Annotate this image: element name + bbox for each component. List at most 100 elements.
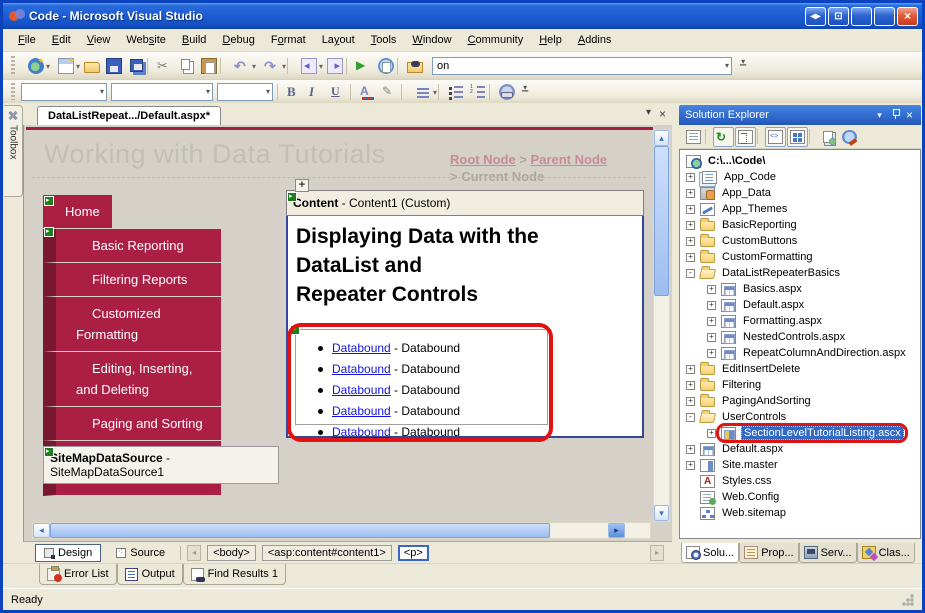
explorer-toolbar-button[interactable]	[705, 127, 712, 147]
toolbar-button[interactable]	[445, 82, 467, 102]
tag-path-button[interactable]: <body>	[207, 545, 256, 561]
bottom-panel-tab[interactable]: Error List	[39, 564, 117, 585]
tree-item[interactable]: + Formatting.aspx	[680, 313, 920, 329]
tree-expander-icon[interactable]: +	[686, 365, 695, 374]
horizontal-scrollbar[interactable]: ◂ ▸	[32, 522, 651, 539]
active-files-dropdown-icon[interactable]: ▾	[646, 107, 651, 121]
window-button[interactable]: ×	[897, 7, 918, 26]
toolbar-button[interactable]	[401, 82, 408, 102]
toolbar-overflow-button[interactable]: ▾▔	[522, 84, 528, 100]
menu-item[interactable]: Build	[175, 31, 213, 49]
tree-expander-icon[interactable]: -	[686, 269, 695, 278]
sitemapdatasource-control[interactable]: SiteMapDataSource - SiteMapDataSource1	[43, 446, 279, 484]
toolbar-button[interactable]	[287, 56, 294, 76]
tree-item-label[interactable]: CustomFormatting	[720, 251, 814, 263]
tree-item-label[interactable]: Filtering	[720, 379, 763, 391]
tree-item-label[interactable]: Web.Config	[720, 491, 781, 503]
tree-expander-icon[interactable]: +	[707, 349, 716, 358]
bottom-panel-tab[interactable]: Find Results 1	[183, 564, 286, 585]
tree-item[interactable]: + Default.aspx	[680, 441, 920, 457]
menu-item[interactable]: Help	[532, 31, 569, 49]
tree-item[interactable]: + PagingAndSorting	[680, 393, 920, 409]
tool-window-tab[interactable]: Clas...	[857, 543, 915, 563]
toolbar-button[interactable]	[284, 82, 306, 102]
tree-item-label[interactable]: Web.sitemap	[720, 507, 788, 519]
databound-link[interactable]: Databound	[332, 383, 391, 397]
window-button[interactable]: ◂▸	[805, 7, 826, 26]
tree-expander-icon[interactable]: +	[686, 173, 695, 182]
toolbar-grip[interactable]	[11, 56, 15, 75]
tree-item-label[interactable]: App_Code	[722, 171, 778, 183]
window-button[interactable]	[851, 7, 872, 26]
menu-item[interactable]: File	[11, 31, 43, 49]
tree-item-label[interactable]: Styles.css	[720, 475, 774, 487]
databound-list-box[interactable]: Databound - Databound Databound - Databo…	[295, 329, 548, 425]
view-tab[interactable]: Design	[35, 544, 101, 562]
databound-link[interactable]: Databound	[332, 341, 391, 355]
toolbar-button[interactable]	[353, 56, 375, 76]
toolbar-button[interactable]	[438, 82, 445, 102]
pin-icon[interactable]	[887, 108, 902, 122]
menu-item[interactable]: Community	[461, 31, 531, 49]
explorer-toolbar-button[interactable]	[757, 127, 764, 147]
solution-explorer-header[interactable]: Solution Explorer ▾ ×	[679, 105, 921, 125]
tree-item-label[interactable]: Formatting.aspx	[741, 315, 824, 327]
window-button[interactable]	[874, 7, 895, 26]
tree-item[interactable]: + EditInsertDelete	[680, 361, 920, 377]
toolbar-button[interactable]	[350, 82, 357, 102]
databound-link[interactable]: Databound	[332, 362, 391, 376]
tree-expander-icon[interactable]: -	[686, 413, 695, 422]
tree-expander-icon[interactable]: +	[686, 461, 695, 470]
tree-item[interactable]: + App_Data	[680, 185, 920, 201]
menu-item[interactable]: Website	[119, 31, 173, 49]
tree-item[interactable]: Web.Config	[680, 489, 920, 505]
tree-item[interactable]: Styles.css	[680, 473, 920, 489]
tree-expander-icon[interactable]: +	[707, 333, 716, 342]
nav-menu-item[interactable]: Basic Reporting	[43, 229, 221, 263]
toolbar-button[interactable]	[257, 56, 287, 76]
toolbar-button[interactable]	[103, 56, 125, 76]
toolbar-button[interactable]	[496, 82, 518, 102]
content-control-header[interactable]: Content - Content1 (Custom)	[286, 190, 644, 216]
tree-item-label[interactable]: Basics.aspx	[741, 283, 804, 295]
nav-menu-item[interactable]: Editing, Inserting, and Deleting	[43, 352, 221, 407]
menu-item[interactable]: Debug	[215, 31, 261, 49]
toolbar-button[interactable]	[220, 56, 227, 76]
menu-item[interactable]: Window	[405, 31, 458, 49]
toolbar-button[interactable]	[51, 56, 81, 76]
menu-item[interactable]: Addins	[571, 31, 619, 49]
explorer-toolbar-button[interactable]	[765, 127, 786, 147]
explorer-toolbar-button[interactable]	[809, 127, 816, 147]
menu-item[interactable]: Layout	[315, 31, 362, 49]
tree-expander-icon[interactable]: +	[686, 397, 695, 406]
tree-item[interactable]: + SectionLevelTutorialListing.ascx	[680, 425, 920, 441]
tree-item-label[interactable]: Default.aspx	[741, 299, 806, 311]
toolbar-button[interactable]	[404, 56, 426, 76]
tree-item[interactable]: + App_Code	[680, 169, 920, 185]
bottom-panel-tab[interactable]: Output	[117, 564, 183, 585]
tree-item-label[interactable]: EditInsertDelete	[720, 363, 802, 375]
toolbar-button[interactable]	[489, 82, 496, 102]
tree-expander-icon[interactable]	[686, 493, 695, 502]
tree-item[interactable]: C:\...\Code\	[680, 153, 920, 169]
tree-expander-icon[interactable]: +	[707, 429, 716, 438]
toolbar-button[interactable]	[379, 82, 401, 102]
tree-item[interactable]: - DataListRepeaterBasics	[680, 265, 920, 281]
formatting-combobox[interactable]	[111, 83, 213, 101]
explorer-toolbar-button[interactable]	[839, 127, 860, 147]
tree-item-label[interactable]: SectionLevelTutorialListing.ascx	[741, 426, 904, 440]
tree-item-label[interactable]: CustomButtons	[720, 235, 799, 247]
nav-menu-item[interactable]: Customized Formatting	[43, 297, 221, 352]
window-button[interactable]: ⊡	[828, 7, 849, 26]
tree-item-label[interactable]: App_Themes	[720, 203, 789, 215]
panel-menu-icon[interactable]: ▾	[872, 110, 887, 121]
toolbar-button[interactable]	[147, 56, 154, 76]
close-panel-icon[interactable]: ×	[902, 108, 917, 122]
toolbar-button[interactable]	[397, 56, 404, 76]
scroll-up-icon[interactable]: ▴	[654, 130, 669, 146]
explorer-toolbar-button[interactable]	[817, 127, 838, 147]
nav-menu-item[interactable]: Paging and Sorting	[43, 407, 221, 441]
breadcrumb-root-link[interactable]: Root Node	[450, 152, 516, 167]
tree-item[interactable]: + App_Themes	[680, 201, 920, 217]
tree-item-label[interactable]: C:\...\Code\	[706, 155, 767, 167]
